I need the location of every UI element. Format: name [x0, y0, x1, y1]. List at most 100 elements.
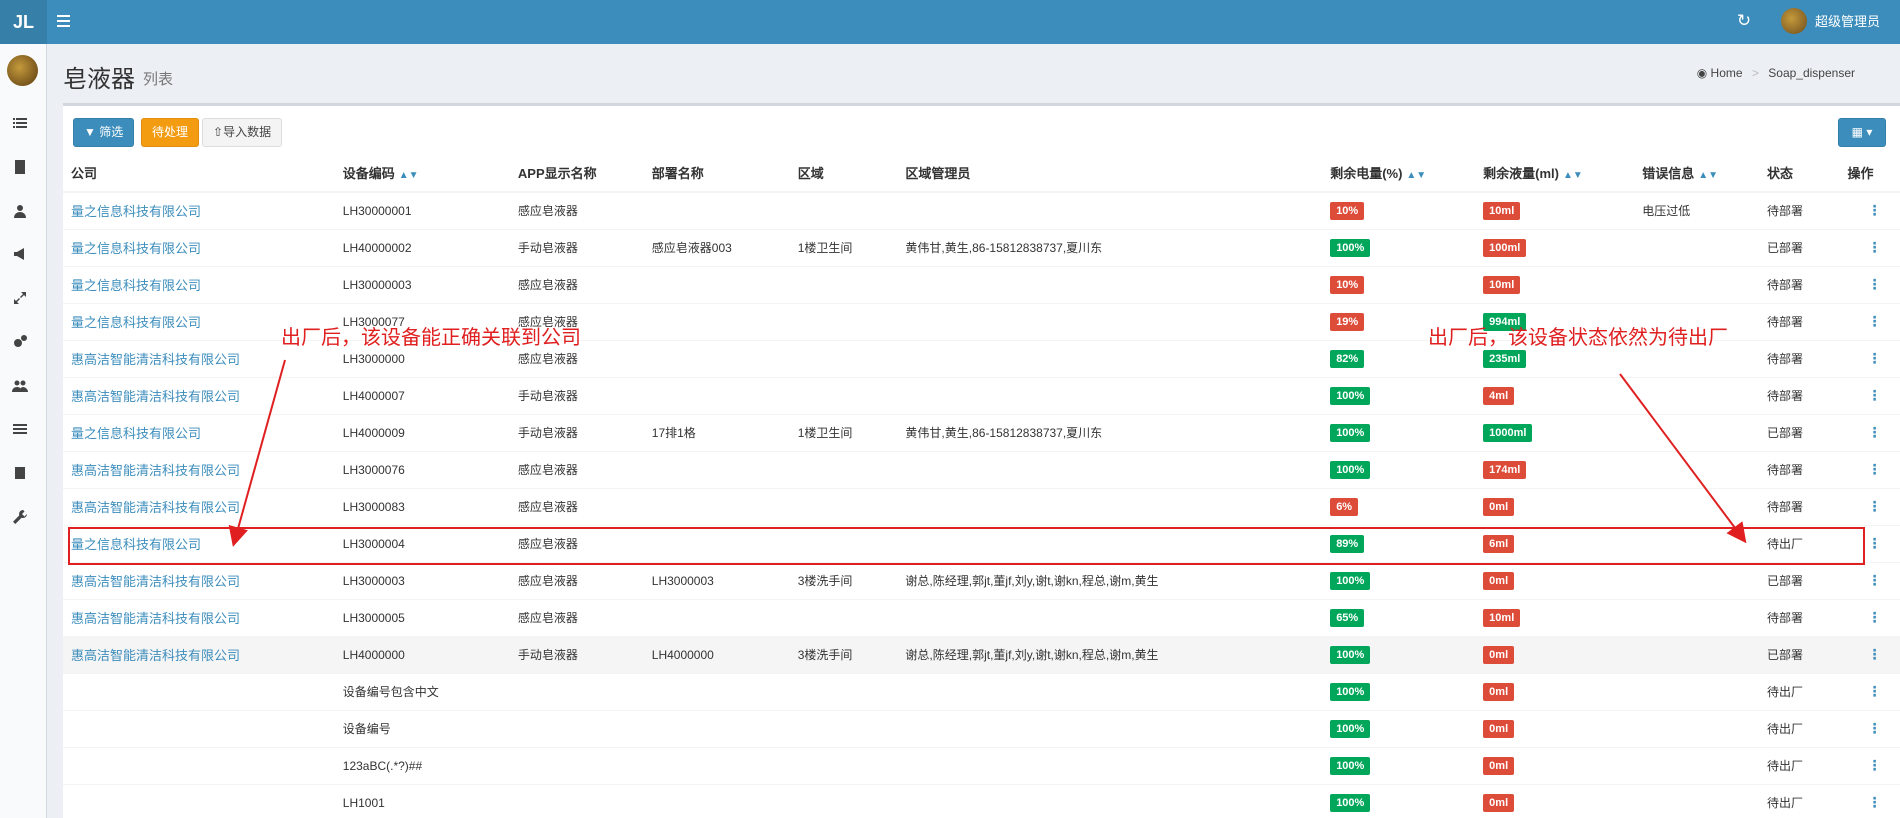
- company-link[interactable]: 惠高洁智能清洁科技有限公司: [71, 648, 240, 663]
- refresh-icon[interactable]: ↻: [1734, 11, 1754, 31]
- company-link[interactable]: 量之信息科技有限公司: [71, 241, 201, 256]
- company-link[interactable]: 惠高洁智能清洁科技有限公司: [71, 352, 240, 367]
- table-row[interactable]: 惠高洁智能清洁科技有限公司 LH3000005 感应皂液器 65% 10ml 待部署 ⋮: [63, 598, 1900, 636]
- error-cell: [1634, 413, 1760, 451]
- table-row[interactable]: 量之信息科技有限公司 LH4000009 手动皂液器 17排1格 1楼卫生间 黄伟甘,黄生…: [63, 413, 1900, 451]
- more-actions-icon[interactable]: ⋮: [1848, 387, 1882, 403]
- company-cell: [63, 672, 335, 710]
- actions-cell: ⋮: [1839, 709, 1900, 747]
- filter-button[interactable]: ▼ 筛选: [73, 118, 135, 147]
- user-icon[interactable]: [12, 203, 34, 221]
- book-icon[interactable]: [12, 465, 34, 483]
- sort-icon[interactable]: ▲▼: [1563, 170, 1583, 181]
- table-row[interactable]: 123aBC(.*?)## 100% 0ml 待出厂 ⋮: [63, 746, 1900, 784]
- wrench-icon[interactable]: [12, 509, 34, 527]
- app-name-cell: [509, 672, 644, 710]
- device-code-cell: LH3000003: [334, 561, 510, 599]
- company-link[interactable]: 惠高洁智能清洁科技有限公司: [71, 500, 240, 515]
- company-cell: 量之信息科技有限公司: [63, 191, 335, 229]
- device-table: 公司 设备编码 ▲▼ APP显示名称 部署名称 区域 区域管理员 剩余电量(%) ▲▼ 剩余液量(…: [63, 154, 1900, 818]
- cogs-icon[interactable]: [12, 334, 34, 352]
- users-icon[interactable]: [12, 378, 34, 396]
- pending-button[interactable]: 待处理: [141, 118, 200, 147]
- company-link[interactable]: 量之信息科技有限公司: [71, 315, 201, 330]
- company-link[interactable]: 量之信息科技有限公司: [71, 426, 201, 441]
- device-code-cell: LH3000083: [334, 487, 510, 525]
- company-link[interactable]: 量之信息科技有限公司: [71, 278, 201, 293]
- column-header[interactable]: 错误信息 ▲▼: [1634, 154, 1760, 193]
- app-logo[interactable]: JL: [0, 0, 47, 44]
- more-actions-icon[interactable]: ⋮: [1848, 498, 1882, 514]
- actions-cell: ⋮: [1839, 635, 1900, 673]
- list-icon[interactable]: [12, 115, 34, 133]
- user-name[interactable]: 超级管理员: [1815, 12, 1880, 32]
- more-actions-icon[interactable]: ⋮: [1848, 424, 1882, 440]
- company-link[interactable]: 惠高洁智能清洁科技有限公司: [71, 574, 240, 589]
- more-actions-icon[interactable]: ⋮: [1848, 276, 1882, 292]
- liquid-cell: 100ml: [1475, 228, 1635, 266]
- more-actions-icon[interactable]: ⋮: [1848, 794, 1882, 810]
- table-row[interactable]: 惠高洁智能清洁科技有限公司 LH4000000 手动皂液器 LH4000000 3楼洗手…: [63, 635, 1900, 673]
- table-row[interactable]: 惠高洁智能清洁科技有限公司 LH3000083 感应皂液器 6% 0ml 待部署 ⋮: [63, 487, 1900, 525]
- table-row[interactable]: 惠高洁智能清洁科技有限公司 LH3000003 感应皂液器 LH3000003 3楼洗手…: [63, 561, 1900, 599]
- page-title: 皂液器: [63, 66, 135, 93]
- more-actions-icon[interactable]: ⋮: [1848, 313, 1882, 329]
- status-cell: 待出厂: [1759, 746, 1840, 784]
- table-row[interactable]: 设备编号 100% 0ml 待出厂 ⋮: [63, 709, 1900, 747]
- area-cell: 3楼洗手间: [789, 561, 898, 599]
- more-actions-icon[interactable]: ⋮: [1848, 646, 1882, 662]
- liquid-badge: 10ml: [1483, 275, 1521, 294]
- import-button[interactable]: ⇧导入数据: [202, 118, 283, 147]
- more-actions-icon[interactable]: ⋮: [1848, 683, 1882, 699]
- user-avatar[interactable]: [1781, 8, 1807, 34]
- power-cell: 10%: [1322, 191, 1476, 229]
- bullhorn-icon[interactable]: [12, 246, 34, 264]
- more-actions-icon[interactable]: ⋮: [1848, 350, 1882, 366]
- area-admin-cell: [897, 265, 1323, 303]
- sort-icon[interactable]: ▲▼: [399, 170, 419, 181]
- device-code-cell: LH4000000: [334, 635, 510, 673]
- table-row[interactable]: 量之信息科技有限公司 LH30000003 感应皂液器 10% 10ml 待部署 ⋮: [63, 265, 1900, 303]
- app-name-cell: 感应皂液器: [509, 191, 644, 229]
- menu-toggle-icon[interactable]: [57, 12, 77, 32]
- company-link[interactable]: 惠高洁智能清洁科技有限公司: [71, 463, 240, 478]
- table-row[interactable]: 惠高洁智能清洁科技有限公司 LH4000007 手动皂液器 100% 4ml 待部署 ⋮: [63, 376, 1900, 414]
- more-actions-icon[interactable]: ⋮: [1848, 720, 1882, 736]
- company-link[interactable]: 量之信息科技有限公司: [71, 204, 201, 219]
- actions-cell: ⋮: [1839, 783, 1900, 818]
- status-cell: 待出厂: [1759, 783, 1840, 818]
- company-cell: 惠高洁智能清洁科技有限公司: [63, 487, 335, 525]
- more-actions-icon[interactable]: ⋮: [1848, 461, 1882, 477]
- company-link[interactable]: 惠高洁智能清洁科技有限公司: [71, 611, 240, 626]
- more-actions-icon[interactable]: ⋮: [1848, 239, 1882, 255]
- sidebar-avatar: [7, 55, 38, 86]
- more-actions-icon[interactable]: ⋮: [1848, 572, 1882, 588]
- expand-icon[interactable]: [12, 290, 34, 308]
- app-name-cell: 感应皂液器: [509, 598, 644, 636]
- table-row[interactable]: LH1001 100% 0ml 待出厂 ⋮: [63, 783, 1900, 818]
- area-admin-cell: [897, 339, 1323, 377]
- deploy-name-cell: 感应皂液器003: [643, 228, 790, 266]
- more-actions-icon[interactable]: ⋮: [1848, 202, 1882, 218]
- building-icon[interactable]: [12, 159, 34, 177]
- table-row[interactable]: 设备编号包含中文 100% 0ml 待出厂 ⋮: [63, 672, 1900, 710]
- table-row[interactable]: 量之信息科技有限公司 LH30000001 感应皂液器 10% 10ml 电压过低 待部署 ⋮: [63, 191, 1900, 229]
- error-cell: [1634, 672, 1760, 710]
- table-row[interactable]: 量之信息科技有限公司 LH40000002 手动皂液器 感应皂液器003 1楼卫生间 黄伟…: [63, 228, 1900, 266]
- power-cell: 100%: [1322, 228, 1476, 266]
- device-code-cell: LH4000009: [334, 413, 510, 451]
- deploy-name-cell: [643, 339, 790, 377]
- bars-icon[interactable]: [12, 421, 34, 439]
- deploy-name-cell: [643, 265, 790, 303]
- breadcrumb-home[interactable]: Home: [1711, 66, 1743, 80]
- column-header[interactable]: 剩余电量(%) ▲▼: [1322, 154, 1476, 193]
- more-actions-icon[interactable]: ⋮: [1848, 609, 1882, 625]
- column-header[interactable]: 剩余液量(ml) ▲▼: [1475, 154, 1635, 193]
- sort-icon[interactable]: ▲▼: [1698, 170, 1718, 181]
- company-link[interactable]: 惠高洁智能清洁科技有限公司: [71, 389, 240, 404]
- column-header[interactable]: 设备编码 ▲▼: [334, 154, 510, 193]
- sort-icon[interactable]: ▲▼: [1406, 170, 1426, 181]
- table-row[interactable]: 惠高洁智能清洁科技有限公司 LH3000076 感应皂液器 100% 174ml 待部署 ⋮: [63, 450, 1900, 488]
- more-actions-icon[interactable]: ⋮: [1848, 757, 1882, 773]
- columns-toggle-button[interactable]: ▦ ▾: [1838, 118, 1886, 147]
